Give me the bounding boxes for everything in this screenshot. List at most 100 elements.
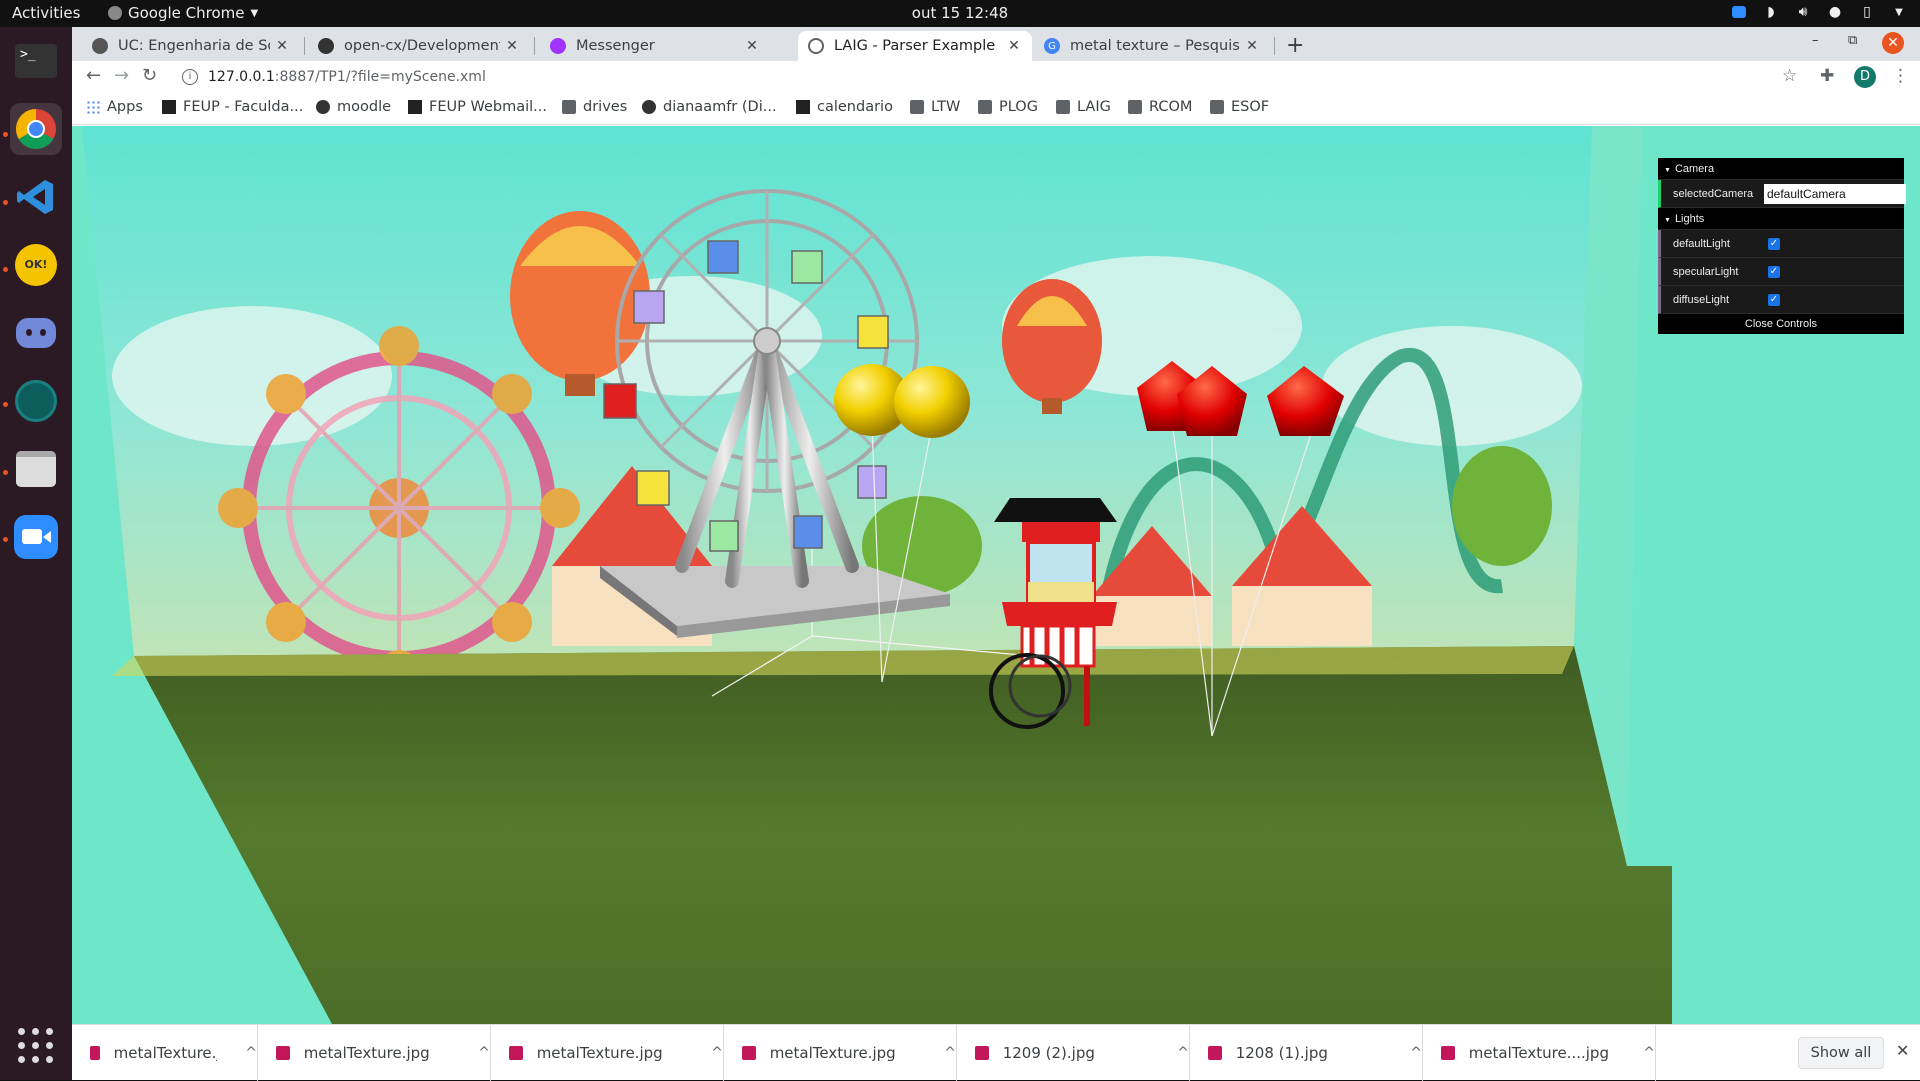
bookmark-esof[interactable]: ESOF xyxy=(1210,99,1269,115)
image-file-icon xyxy=(742,1046,756,1060)
chrome-launcher[interactable] xyxy=(10,103,62,155)
reload-icon[interactable]: ↻ xyxy=(142,65,157,86)
light-label: diffuseLight xyxy=(1673,294,1730,306)
tab-messenger[interactable]: Messenger ✕ xyxy=(540,31,770,61)
image-file-icon xyxy=(90,1046,100,1060)
info-icon[interactable]: i xyxy=(182,69,198,85)
show-all-button[interactable]: Show all xyxy=(1798,1037,1884,1069)
system-tray[interactable]: ◗ 🔊︎ ● ▯ ▼ xyxy=(1730,3,1908,21)
close-icon[interactable]: ✕ xyxy=(274,38,290,54)
download-filename: metalTexture.jpg xyxy=(536,1044,663,1062)
bookmark-plog[interactable]: PLOG xyxy=(978,99,1038,115)
bookmark-rcom[interactable]: RCOM xyxy=(1128,99,1192,115)
chevron-up-icon[interactable]: ^ xyxy=(478,1045,490,1061)
bookmark-webmail[interactable]: FEUP Webmail... xyxy=(408,99,547,115)
bookmark-laig[interactable]: LAIG xyxy=(1056,99,1111,115)
terminal-icon: >_ xyxy=(15,44,57,78)
menu-icon[interactable]: ⋮ xyxy=(1892,66,1909,86)
close-icon[interactable]: ✕ xyxy=(1244,38,1260,54)
extensions-icon[interactable]: ✚ xyxy=(1820,66,1834,86)
back-icon[interactable]: ← xyxy=(86,65,101,86)
close-icon[interactable]: ✕ xyxy=(1896,1041,1909,1060)
camera-folder[interactable]: ▼ Camera xyxy=(1658,158,1904,180)
tab-laig-parser[interactable]: LAIG - Parser Example ✕ xyxy=(798,31,1032,61)
github-icon xyxy=(642,100,656,114)
bookmark-moodle[interactable]: moodle xyxy=(316,99,391,115)
zoom-tray-icon[interactable] xyxy=(1730,3,1748,21)
vscode-launcher[interactable] xyxy=(10,171,62,223)
chrome-window: UC: Engenharia de Softwa ✕ open-cx/Devel… xyxy=(72,27,1920,1081)
close-controls-button[interactable]: Close Controls xyxy=(1658,314,1904,334)
toki-launcher[interactable]: OK! xyxy=(10,239,62,291)
webgl-canvas[interactable]: ▼Camera selectedCamera ▼Lights defaultLi… xyxy=(72,126,1920,1024)
zoom-icon xyxy=(14,515,58,559)
chevron-down-icon: ▼ xyxy=(250,7,259,19)
bookmark-label: drives xyxy=(583,99,628,115)
tab-ues[interactable]: UC: Engenharia de Softwa ✕ xyxy=(82,31,300,61)
tab-github[interactable]: open-cx/Development-Re ✕ xyxy=(308,31,530,61)
forward-icon[interactable]: → xyxy=(114,65,129,86)
window-close-button[interactable]: ✕ xyxy=(1882,32,1904,54)
download-item[interactable]: 1209 (2).jpg ^ xyxy=(957,1025,1190,1081)
volume-icon[interactable]: 🔊︎ xyxy=(1794,3,1812,21)
running-indicator xyxy=(3,200,8,205)
bookmark-label: PLOG xyxy=(999,99,1038,115)
download-item[interactable]: metalTexture.jpg ^ xyxy=(258,1025,491,1081)
chevron-up-icon[interactable]: ^ xyxy=(1410,1045,1422,1061)
download-item[interactable]: metalTexture.jpg ^ xyxy=(72,1025,258,1081)
microphone-icon[interactable]: ● xyxy=(1826,3,1844,21)
zoom-launcher[interactable] xyxy=(10,511,62,563)
chevron-up-icon[interactable]: ^ xyxy=(944,1045,956,1061)
new-tab-button[interactable]: + xyxy=(1286,33,1304,58)
app-menu[interactable]: Google Chrome ▼ xyxy=(108,4,258,22)
wifi-icon[interactable]: ◗ xyxy=(1762,3,1780,21)
chevron-up-icon[interactable]: ^ xyxy=(245,1045,257,1061)
show-applications-icon[interactable] xyxy=(18,1028,54,1064)
terminal-launcher[interactable]: >_ xyxy=(10,35,62,87)
close-icon[interactable]: ✕ xyxy=(744,38,760,54)
files-launcher[interactable] xyxy=(10,443,62,495)
light-checkbox[interactable]: ✓ xyxy=(1768,238,1780,250)
bookmark-label: LTW xyxy=(931,99,961,115)
tab-strip: UC: Engenharia de Softwa ✕ open-cx/Devel… xyxy=(72,27,1920,61)
bookmark-star-icon[interactable]: ☆ xyxy=(1782,66,1797,86)
tab-title: Messenger xyxy=(576,38,655,54)
bookmark-ltw[interactable]: LTW xyxy=(910,99,960,115)
lights-folder[interactable]: ▼ Lights xyxy=(1658,208,1904,230)
activities-button[interactable]: Activities xyxy=(12,4,80,22)
chevron-up-icon[interactable]: ^ xyxy=(1177,1045,1189,1061)
triangle-down-icon: ▼ xyxy=(1664,167,1671,174)
chevron-up-icon[interactable]: ^ xyxy=(711,1045,723,1061)
close-icon[interactable]: ✕ xyxy=(1006,38,1022,54)
clock[interactable]: out 15 12:48 xyxy=(0,4,1920,22)
tab-google-search[interactable]: G metal texture – Pesquisa ✕ xyxy=(1034,31,1270,61)
github-icon xyxy=(318,38,334,54)
chevron-down-icon[interactable]: ▼ xyxy=(1890,3,1908,21)
bookmark-github[interactable]: dianaamfr (Di... xyxy=(642,99,777,115)
bookmark-apps[interactable]: Apps xyxy=(86,99,143,115)
restore-icon[interactable]: ⧉ xyxy=(1848,33,1857,48)
running-indicator xyxy=(3,402,8,407)
light-checkbox[interactable]: ✓ xyxy=(1768,294,1780,306)
close-icon[interactable]: ✕ xyxy=(504,38,520,54)
selected-camera-input[interactable] xyxy=(1764,184,1906,204)
tab-separator xyxy=(1274,37,1275,55)
profile-avatar[interactable]: D xyxy=(1854,66,1876,88)
minimize-icon[interactable]: – xyxy=(1812,33,1819,48)
gitkraken-launcher[interactable] xyxy=(10,375,62,427)
battery-icon[interactable]: ▯ xyxy=(1858,3,1876,21)
bookmark-feup[interactable]: FEUP - Faculda... xyxy=(162,99,303,115)
bookmark-calendario[interactable]: calendario xyxy=(796,99,893,115)
bookmark-label: dianaamfr (Di... xyxy=(663,99,777,115)
light-checkbox[interactable]: ✓ xyxy=(1768,266,1780,278)
download-item[interactable]: metalTexture.jpg ^ xyxy=(491,1025,724,1081)
bookmark-drives[interactable]: drives xyxy=(562,99,627,115)
download-item[interactable]: metalTexture....jpg ^ xyxy=(1423,1025,1656,1081)
discord-launcher[interactable] xyxy=(10,307,62,359)
bookmark-label: moodle xyxy=(337,99,392,115)
address-bar[interactable]: i 127.0.0.1:8887/TP1/?file=myScene.xml xyxy=(182,62,1852,92)
download-item[interactable]: metalTexture.jpg ^ xyxy=(724,1025,957,1081)
bookmark-label: Apps xyxy=(107,99,143,115)
download-item[interactable]: 1208 (1).jpg ^ xyxy=(1190,1025,1423,1081)
chevron-up-icon[interactable]: ^ xyxy=(1643,1045,1655,1061)
